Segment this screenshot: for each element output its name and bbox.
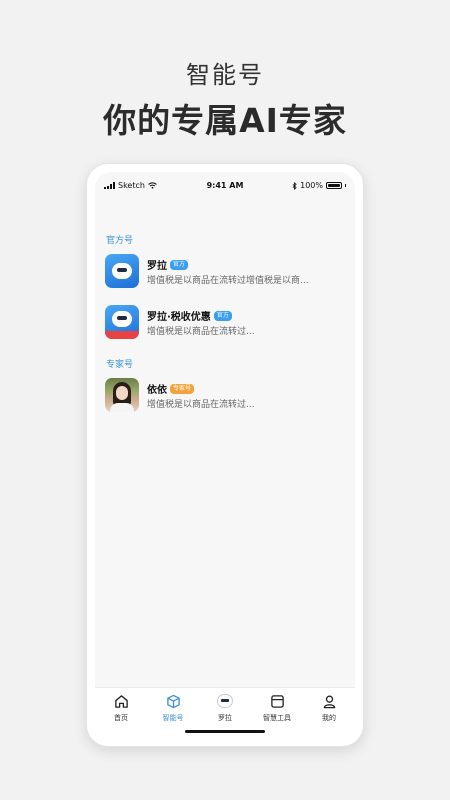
- item-description: 增值税是以商品在流转过增值税是以商...: [147, 276, 309, 286]
- battery-percent: 100%: [300, 181, 323, 190]
- tab-label: 智慧工具: [263, 714, 291, 722]
- list-item[interactable]: 罗拉 官方 增值税是以商品在流转过增值税是以商...: [105, 254, 345, 290]
- item-name: 罗拉·税收优惠: [147, 312, 211, 323]
- tab-mine[interactable]: 我的: [303, 688, 355, 738]
- tab-label: 我的: [322, 714, 336, 722]
- home-icon: [112, 692, 130, 710]
- item-name: 依依: [147, 385, 167, 396]
- lola-avatar: [105, 254, 139, 288]
- tab-label: 首页: [114, 714, 128, 722]
- expert-avatar: [105, 378, 139, 412]
- cube-icon: [164, 692, 182, 710]
- section-official-label: 官方号: [106, 236, 134, 246]
- item-description: 增值税是以商品在流转过...: [147, 327, 255, 337]
- tab-label: 罗拉: [218, 714, 232, 722]
- item-name: 罗拉: [147, 261, 167, 272]
- bluetooth-icon: [292, 181, 297, 190]
- list-item[interactable]: 罗拉·税收优惠 官方 增值税是以商品在流转过...: [105, 305, 345, 341]
- status-right: 100%: [292, 181, 346, 190]
- status-bar: Sketch 9:41 AM 100%: [95, 172, 355, 198]
- official-badge: 官方: [213, 310, 232, 321]
- tab-home[interactable]: 首页: [95, 688, 147, 738]
- robot-icon: [216, 692, 234, 710]
- list-item[interactable]: 依依 专家号 增值税是以商品在流转过...: [105, 378, 345, 414]
- tab-bar: 首页 智能号 罗拉 智慧工具 我的: [95, 687, 355, 738]
- home-indicator: [185, 730, 265, 733]
- section-expert-label: 专家号: [106, 360, 134, 370]
- official-badge: 官方: [170, 259, 189, 270]
- lola-tax-avatar: [105, 305, 139, 339]
- phone-frame: Sketch 9:41 AM 100% 官方号 罗拉 官方 增值税是以商品在流转…: [86, 163, 364, 747]
- promo-title: 你的专属AI专家: [103, 101, 347, 140]
- expert-badge: 专家号: [170, 383, 195, 394]
- toolbox-icon: [268, 692, 286, 710]
- tab-label: 智能号: [162, 714, 184, 722]
- phone-screen: Sketch 9:41 AM 100% 官方号 罗拉 官方 增值税是以商品在流转…: [95, 172, 355, 738]
- item-description: 增值税是以商品在流转过...: [147, 400, 255, 410]
- battery-icon: [326, 182, 342, 189]
- promo-subtitle: 智能号: [186, 61, 264, 89]
- user-icon: [320, 692, 338, 710]
